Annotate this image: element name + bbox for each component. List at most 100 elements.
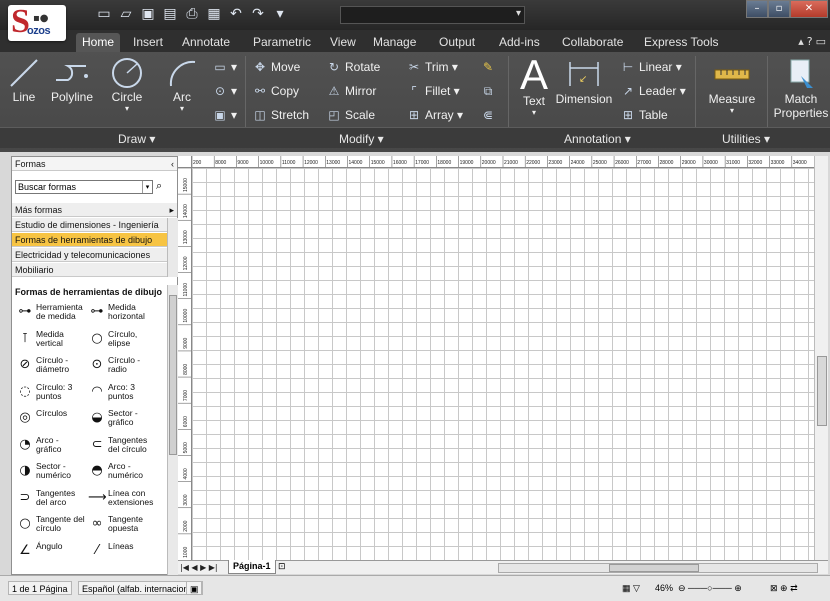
tab-insert[interactable]: Insert: [127, 33, 169, 52]
dimension-button[interactable]: ↙ Dimension: [553, 56, 615, 106]
redo-icon[interactable]: ↷: [249, 5, 267, 23]
shape-item[interactable]: ∠ Ángulo: [16, 541, 86, 564]
vertical-scrollbar[interactable]: [814, 156, 828, 560]
workspace-icon[interactable]: ▾: [271, 5, 289, 23]
text-button[interactable]: A Text ▾: [514, 54, 554, 118]
match-properties-button[interactable]: Match Properties: [772, 56, 830, 120]
category-drawing-tools[interactable]: Formas de herramientas de dibujo: [12, 233, 167, 247]
shape-item[interactable]: ⟶ Línea con extensiones: [88, 488, 158, 511]
scroll-thumb[interactable]: [817, 356, 827, 426]
linear-button[interactable]: ⊢ Linear ▾: [620, 60, 682, 74]
zoom-level[interactable]: 46%: [655, 582, 673, 594]
category-electrical[interactable]: Electricidad y telecomunicaciones: [12, 248, 167, 262]
save-icon[interactable]: ▣: [139, 5, 157, 23]
copy-button[interactable]: ⚯ Copy: [252, 84, 299, 98]
arc-button[interactable]: Arc ▾: [162, 56, 202, 113]
language-status[interactable]: Español (alfab. internacional): [78, 581, 203, 595]
table-button[interactable]: ⊞ Table: [620, 108, 668, 122]
shape-item[interactable]: ⊶ Medida horizontal: [88, 303, 158, 325]
close-button[interactable]: ✕: [790, 0, 828, 18]
minimize-ribbon-icon[interactable]: ▭: [816, 35, 826, 48]
tab-add-ins[interactable]: Add-ins: [493, 33, 546, 52]
tab-home[interactable]: Home: [76, 33, 121, 52]
category-furniture[interactable]: Mobiliario: [12, 263, 167, 277]
print-icon[interactable]: ▦: [205, 5, 223, 23]
leader-button[interactable]: ↗ Leader ▾: [620, 84, 686, 98]
draw-panel-title[interactable]: Draw ▾: [118, 132, 155, 146]
restore-button[interactable]: ▫: [768, 0, 790, 18]
page-count[interactable]: 1 de 1 Página: [8, 581, 72, 595]
shape-item[interactable]: ◑ Sector - numérico: [16, 462, 86, 484]
page-tab[interactable]: Página-1: [228, 560, 276, 574]
info-icon[interactable]: ▴: [798, 35, 804, 48]
offset-button[interactable]: ⋐: [480, 108, 499, 122]
page-navigation[interactable]: |◀ ◀ ▶ ▶|: [180, 561, 218, 574]
scale-button[interactable]: ◰ Scale: [326, 108, 375, 122]
modify-panel-title[interactable]: Modify ▾: [339, 132, 384, 146]
horizontal-scrollbar[interactable]: [498, 563, 818, 573]
category-more-shapes[interactable]: Más formas ▸: [12, 203, 177, 217]
shape-item[interactable]: ○ Tangente del círculo: [16, 515, 86, 537]
explode-button[interactable]: ⧉: [480, 84, 499, 99]
shape-item[interactable]: ⊃ Tangentes del arco: [16, 488, 86, 511]
hatch-button[interactable]: ▣ ▾: [212, 108, 237, 122]
tab-express-tools[interactable]: Express Tools: [638, 33, 724, 52]
move-button[interactable]: ✥ Move: [252, 60, 300, 74]
fillet-button[interactable]: ⌜ Fillet ▾: [406, 84, 460, 98]
tab-collaborate[interactable]: Collaborate: [556, 33, 629, 52]
stencil-scrollbar[interactable]: [167, 285, 178, 575]
help-icon[interactable]: ?: [807, 35, 813, 48]
search-shapes-input[interactable]: Buscar formas: [15, 180, 153, 194]
tab-output[interactable]: Output: [433, 33, 481, 52]
chevron-down-icon[interactable]: ▾: [142, 181, 152, 193]
polyline-button[interactable]: Polyline: [44, 56, 100, 104]
tab-annotate[interactable]: Annotate: [176, 33, 236, 52]
tab-parametric[interactable]: Parametric: [247, 33, 317, 52]
shape-item[interactable]: ◌ Círculo: 3 puntos: [16, 382, 86, 405]
shape-item[interactable]: ⊶ Herramienta de medida: [16, 303, 86, 325]
search-icon[interactable]: ⌕: [156, 179, 162, 193]
drawing-canvas[interactable]: [192, 168, 814, 560]
shape-item[interactable]: ○ Círculo, elipse: [88, 329, 158, 352]
category-dimensions[interactable]: Estudio de dimensiones - Ingeniería: [12, 218, 167, 232]
save-as-icon[interactable]: ▤: [161, 5, 179, 23]
rotate-button[interactable]: ↻ Rotate: [326, 60, 380, 74]
utilities-panel-title[interactable]: Utilities ▾: [722, 132, 770, 146]
shape-item[interactable]: ◎ Círculos: [16, 409, 86, 431]
minimize-button[interactable]: –: [746, 0, 768, 18]
ellipse-button[interactable]: ⊙ ▾: [212, 84, 237, 98]
rectangle-button[interactable]: ▭ ▾: [212, 60, 237, 74]
shape-item[interactable]: ◒ Sector - gráfico: [88, 409, 158, 431]
scroll-thumb[interactable]: [609, 564, 699, 572]
mirror-button[interactable]: ⚠ Mirror: [326, 84, 377, 98]
plot-icon[interactable]: ⎙: [183, 5, 201, 23]
line-button[interactable]: Line: [4, 56, 44, 104]
shape-item[interactable]: ◠ Arco: 3 puntos: [88, 382, 158, 405]
shape-item[interactable]: ◓ Arco - numérico: [88, 462, 158, 484]
open-icon[interactable]: ▱: [117, 5, 135, 23]
shape-item[interactable]: ◔ Arco - gráfico: [16, 435, 86, 458]
circle-button[interactable]: Circle ▾: [104, 56, 150, 113]
macro-icon[interactable]: ▣: [186, 581, 202, 595]
zoom-slider[interactable]: ⊖ ───○─── ⊕: [678, 582, 742, 594]
array-button[interactable]: ⊞ Array ▾: [406, 108, 463, 122]
tab-view[interactable]: View: [324, 33, 362, 52]
annotation-panel-title[interactable]: Annotation ▾: [564, 132, 631, 146]
categories-scrollbar[interactable]: [167, 218, 178, 277]
erase-button[interactable]: ✎: [480, 60, 499, 74]
title-field[interactable]: ▾: [340, 6, 525, 24]
app-logo[interactable]: S ▪● ozos: [8, 3, 66, 41]
new-icon[interactable]: ▭: [95, 5, 113, 23]
shape-item[interactable]: ⊙ Círculo - radio: [88, 356, 158, 378]
add-page-icon[interactable]: ⊡: [278, 561, 286, 574]
full-screen-icon[interactable]: ▦ ▽: [622, 582, 640, 594]
stretch-button[interactable]: ◫ Stretch: [252, 108, 309, 122]
trim-button[interactable]: ✂ Trim ▾: [406, 60, 458, 74]
measure-button[interactable]: Measure ▾: [702, 56, 762, 115]
shape-item[interactable]: ⊺ Medida vertical: [16, 329, 86, 352]
shape-item[interactable]: ⊂ Tangentes del círculo: [88, 435, 158, 458]
collapse-icon[interactable]: ‹: [171, 157, 174, 170]
shape-item[interactable]: ⁄ Líneas: [88, 541, 158, 564]
tab-manage[interactable]: Manage: [367, 33, 422, 52]
shape-item[interactable]: ⊘ Círculo - diámetro: [16, 356, 86, 378]
